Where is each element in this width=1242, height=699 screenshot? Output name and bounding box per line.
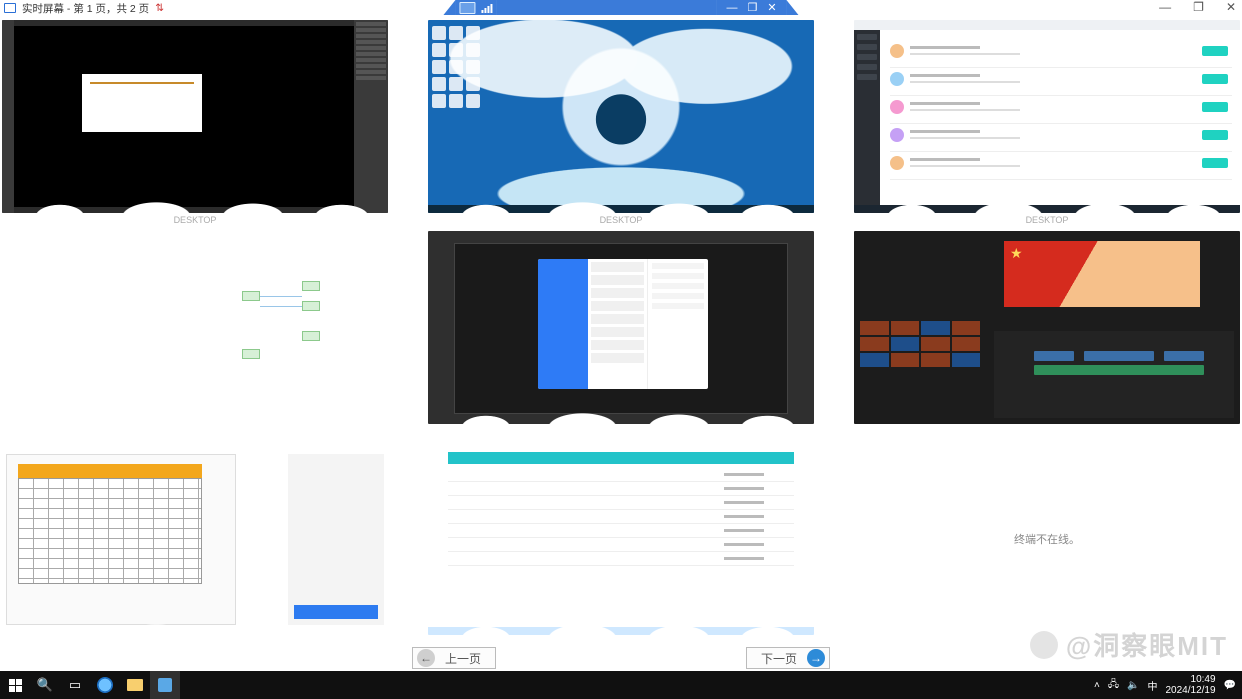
signal-icon — [481, 3, 492, 13]
inner-restore-button[interactable]: ❐ — [747, 1, 757, 14]
close-button[interactable]: ✕ — [1226, 0, 1236, 16]
minimize-button[interactable]: — — [1159, 0, 1171, 16]
screen-thumb[interactable] — [428, 442, 814, 635]
inner-close-button[interactable]: ✕ — [767, 1, 776, 14]
screen-caption — [428, 424, 814, 438]
explorer-button[interactable] — [120, 671, 150, 699]
clock-date: 2024/12/19 — [1165, 685, 1215, 696]
screen-cell[interactable]: DESKTOP — [2, 20, 388, 227]
clock-time: 10:49 — [1165, 674, 1215, 685]
next-page-label: 下一页 — [761, 650, 797, 667]
tray-network-icon[interactable]: 🖧 — [1108, 677, 1119, 694]
screen-thumb[interactable] — [854, 20, 1240, 213]
star-icon: ★ — [1010, 245, 1023, 262]
screens-grid: DESKTOP DESKTOP DESKTOP — [0, 20, 1242, 649]
screen-thumb[interactable] — [2, 20, 388, 213]
ribbon-view-icon[interactable] — [459, 2, 475, 14]
maximize-button[interactable]: ❐ — [1193, 0, 1204, 16]
screen-thumb[interactable] — [2, 231, 388, 424]
prev-page-label: 上一页 — [445, 650, 481, 667]
tray-ime-icon[interactable]: 中 — [1147, 678, 1157, 693]
screen-caption: DESKTOP — [428, 213, 814, 227]
screen-cell[interactable] — [2, 442, 388, 649]
screen-caption — [854, 424, 1240, 438]
system-tray: ˄ 🖧 🔈 中 10:49 2024/12/19 💬 — [1094, 674, 1242, 696]
screen-cell[interactable] — [2, 231, 388, 438]
packet-loss-icon: ⇅ — [155, 2, 164, 14]
screen-cell[interactable]: DESKTOP — [428, 20, 814, 227]
screen-thumb-offline[interactable]: 终端不在线。 — [854, 442, 1240, 635]
arrow-left-icon: ← — [417, 649, 435, 667]
arrow-right-icon: → — [807, 649, 825, 667]
windows-taskbar: 🔍 ▭ ˄ 🖧 🔈 中 10:49 2024/12/19 💬 — [0, 671, 1242, 699]
screen-caption: DESKTOP — [2, 213, 388, 227]
ie-button[interactable] — [90, 671, 120, 699]
prev-page-button[interactable]: ← 上一页 — [412, 647, 496, 669]
screen-thumb[interactable] — [2, 442, 388, 635]
screen-caption: DESKTOP — [854, 213, 1240, 227]
action-center-icon[interactable]: 💬 — [1224, 680, 1236, 691]
screen-thumb[interactable]: ★ — [854, 231, 1240, 424]
search-button[interactable]: 🔍 — [30, 671, 60, 699]
inner-minimize-button[interactable]: — — [726, 2, 737, 14]
screen-cell[interactable]: DESKTOP — [854, 20, 1240, 227]
pager: ← 上一页 下一页 → — [0, 645, 1242, 671]
app-icon — [4, 3, 16, 13]
taskbar-clock[interactable]: 10:49 2024/12/19 — [1165, 674, 1215, 696]
screen-cell[interactable]: ★ — [854, 231, 1240, 438]
task-view-button[interactable]: ▭ — [60, 671, 90, 699]
app-taskbar-button[interactable] — [150, 671, 180, 699]
screen-caption — [2, 424, 388, 438]
tray-volume-icon[interactable]: 🔈 — [1127, 680, 1139, 691]
screen-cell[interactable] — [428, 231, 814, 438]
screen-cell[interactable] — [428, 442, 814, 649]
next-page-button[interactable]: 下一页 → — [746, 647, 830, 669]
outer-window-controls: — ❐ ✕ — [1159, 0, 1236, 16]
screen-thumb[interactable] — [428, 20, 814, 213]
screen-cell[interactable]: 终端不在线。 — [854, 442, 1240, 649]
ribbon-bar: — ❐ ✕ — [443, 0, 798, 15]
offline-label: 终端不在线。 — [1014, 531, 1080, 547]
start-button[interactable] — [0, 671, 30, 699]
app-title: 实时屏幕 - 第 1 页，共 2 页 — [22, 1, 149, 16]
tray-chevron-icon[interactable]: ˄ — [1094, 680, 1100, 691]
screen-thumb[interactable] — [428, 231, 814, 424]
